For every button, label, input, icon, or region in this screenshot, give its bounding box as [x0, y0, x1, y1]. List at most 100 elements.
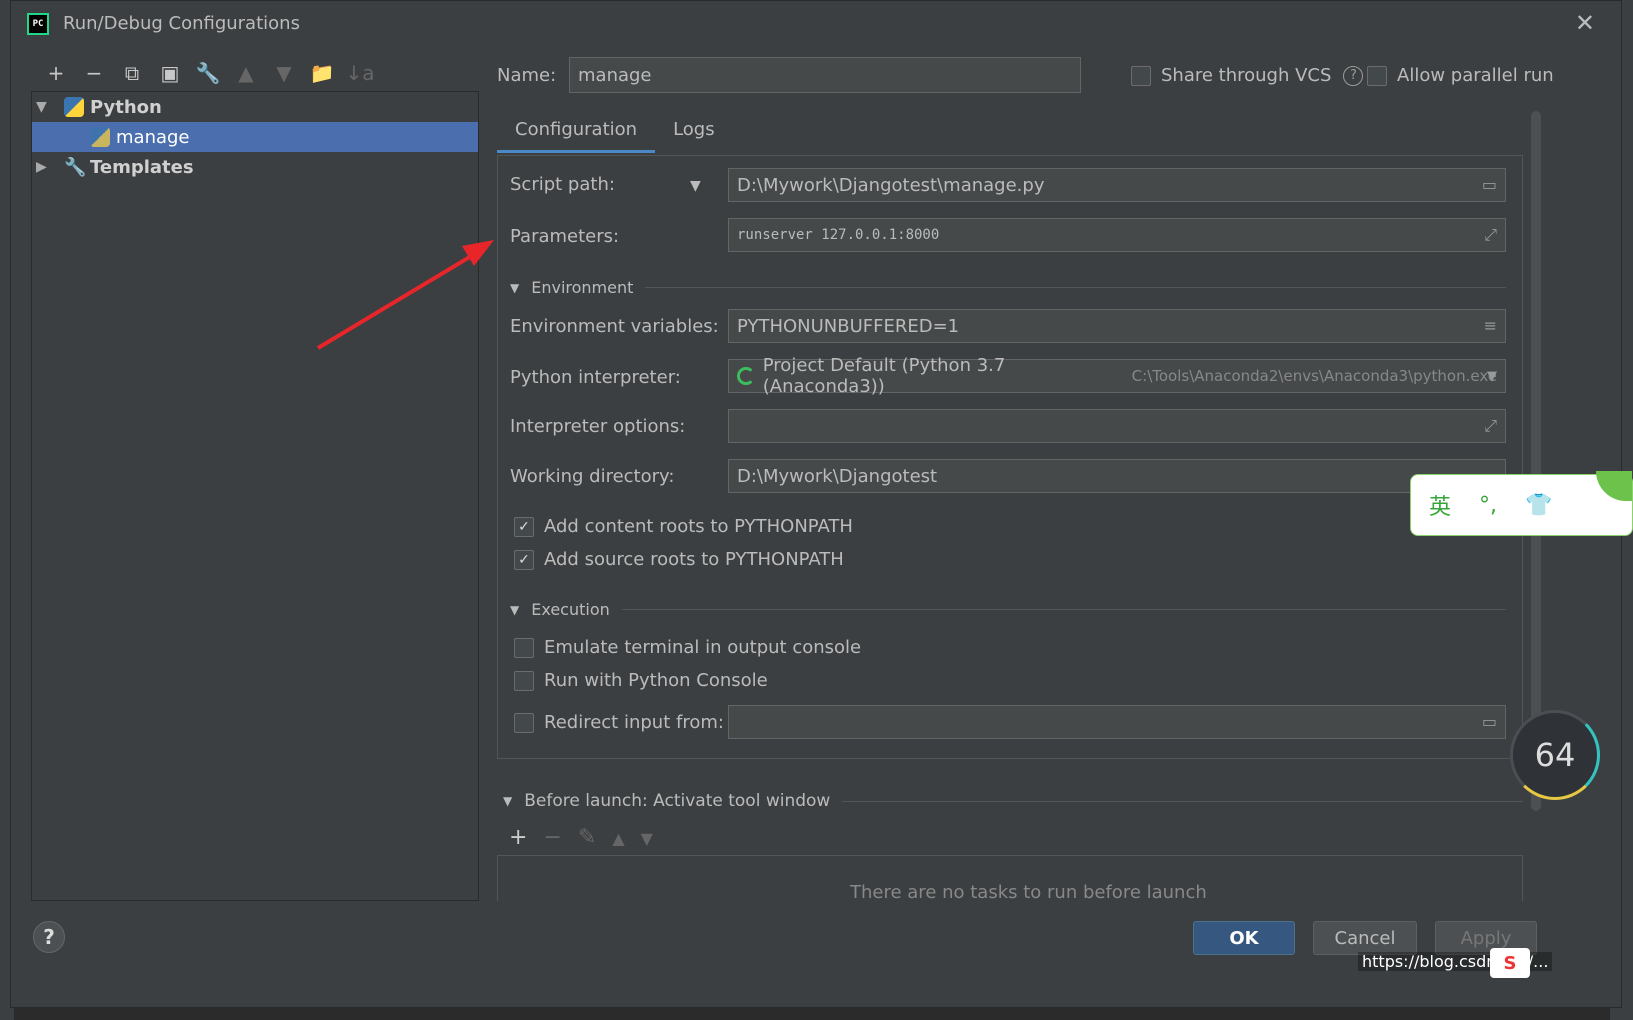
section-title: Execution: [531, 600, 610, 619]
emulate-terminal-checkbox[interactable]: Emulate terminal in output console: [514, 637, 861, 658]
move-down-icon[interactable]: ▼: [265, 59, 303, 87]
help-button[interactable]: ?: [33, 921, 65, 953]
tree-item-label: manage: [116, 126, 190, 148]
window-title: Run/Debug Configurations: [63, 13, 300, 34]
checkbox-label: Redirect input from:: [544, 712, 724, 733]
move-down-icon[interactable]: ▼: [641, 829, 653, 850]
redirect-input-checkbox[interactable]: Redirect input from:: [514, 712, 724, 733]
working-dir-field[interactable]: D:\Mywork\Djangotest: [728, 459, 1506, 493]
expand-icon[interactable]: ⤢: [1484, 225, 1497, 245]
env-vars-label: Environment variables:: [510, 316, 719, 337]
content-roots-checkbox[interactable]: ✓ Add content roots to PYTHONPATH: [514, 516, 853, 537]
section-title: Environment: [531, 278, 634, 297]
interpreter-status-icon: [737, 367, 755, 385]
chevron-down-icon[interactable]: ▼: [1487, 369, 1497, 384]
checkbox-box[interactable]: [514, 670, 534, 691]
wrench-icon: 🔧: [64, 156, 87, 178]
edit-task-icon[interactable]: ✎: [578, 825, 596, 850]
execution-section[interactable]: ▼ Execution: [510, 600, 1506, 619]
ime-skin-icon[interactable]: 👕: [1525, 493, 1552, 518]
help-icon[interactable]: ?: [1343, 65, 1364, 86]
checkbox-box[interactable]: [514, 637, 534, 658]
remove-task-icon[interactable]: −: [543, 825, 561, 850]
cancel-button[interactable]: Cancel: [1313, 921, 1417, 955]
before-launch-list: There are no tasks to run before launch: [497, 855, 1523, 901]
divider: [645, 287, 1506, 288]
before-launch-toolbar: + − ✎ ▲ ▼: [509, 825, 653, 850]
tab-bar: Configuration Logs: [497, 109, 733, 153]
ime-language-icon[interactable]: 英: [1429, 489, 1451, 521]
interpreter-select[interactable]: Project Default (Python 3.7 (Anaconda3))…: [728, 355, 1506, 397]
parallel-run-checkbox[interactable]: Allow parallel run: [1367, 65, 1554, 86]
checkbox-box[interactable]: [1131, 65, 1151, 86]
config-toolbar: + − ⧉ ▣ 🔧 ▲ ▼ 📁 ↓a: [37, 59, 379, 87]
source-roots-checkbox[interactable]: ✓ Add source roots to PYTHONPATH: [514, 549, 844, 570]
tab-logs[interactable]: Logs: [655, 109, 733, 153]
checkbox-box[interactable]: [1367, 65, 1387, 86]
list-icon[interactable]: ≡: [1484, 316, 1497, 335]
parameters-field[interactable]: runserver 127.0.0.1:8000 ⤢: [728, 218, 1506, 252]
tree-item-manage[interactable]: manage: [32, 122, 478, 152]
tab-configuration[interactable]: Configuration: [497, 109, 656, 153]
script-path-field[interactable]: D:\Mywork\Djangotest\manage.py ▭: [728, 168, 1506, 202]
performance-widget[interactable]: 64: [1510, 710, 1600, 800]
collapse-icon[interactable]: ▼: [510, 281, 519, 295]
field-value: D:\Mywork\Djangotest: [737, 465, 938, 487]
close-icon[interactable]: ✕: [1575, 11, 1595, 35]
redirect-input-field[interactable]: ▭: [728, 705, 1506, 739]
environment-section[interactable]: ▼ Environment: [510, 278, 1506, 297]
checkbox-label: Run with Python Console: [544, 670, 768, 691]
ok-button[interactable]: OK: [1193, 921, 1295, 955]
checkbox-checked[interactable]: ✓: [514, 549, 534, 570]
python-console-checkbox[interactable]: Run with Python Console: [514, 670, 768, 691]
parameters-label: Parameters:: [510, 226, 620, 247]
working-dir-label: Working directory:: [510, 466, 675, 487]
folder-icon[interactable]: 📁: [303, 59, 341, 87]
python-icon: [64, 97, 84, 117]
ime-punctuation-icon[interactable]: °,: [1479, 493, 1497, 518]
script-type-dropdown-icon[interactable]: ▼: [690, 178, 701, 194]
empty-tasks-message: There are no tasks to run before launch: [850, 882, 1207, 901]
collapse-icon[interactable]: ▼: [503, 794, 512, 808]
move-up-icon[interactable]: ▲: [227, 59, 265, 87]
expand-right-icon[interactable]: ▶: [36, 159, 56, 175]
before-launch-section[interactable]: ▼ Before launch: Activate tool window: [503, 791, 1523, 811]
save-icon[interactable]: ▣: [151, 59, 189, 87]
interp-options-label: Interpreter options:: [510, 416, 686, 437]
collapse-icon[interactable]: ▼: [510, 603, 519, 617]
expand-icon[interactable]: ⤢: [1484, 416, 1497, 436]
tree-item-python[interactable]: ▼ Python: [32, 92, 478, 122]
divider: [621, 609, 1506, 610]
sort-icon[interactable]: ↓a: [341, 59, 379, 87]
checkbox-checked[interactable]: ✓: [514, 516, 534, 537]
interp-options-field[interactable]: ⤢: [728, 409, 1506, 443]
env-vars-field[interactable]: PYTHONUNBUFFERED=1 ≡: [728, 309, 1506, 343]
add-task-icon[interactable]: +: [509, 825, 527, 850]
share-vcs-checkbox[interactable]: Share through VCS ?: [1131, 65, 1364, 86]
tree-item-templates[interactable]: ▶ 🔧 Templates: [32, 152, 478, 182]
interpreter-name: Project Default (Python 3.7 (Anaconda3)): [762, 355, 1006, 397]
interpreter-label: Python interpreter:: [510, 367, 681, 388]
wrench-icon[interactable]: 🔧: [189, 59, 227, 87]
folder-icon[interactable]: ▭: [1482, 175, 1497, 194]
vertical-scrollbar[interactable]: [1531, 111, 1541, 811]
name-input[interactable]: [569, 57, 1081, 93]
ime-leaf-icon: [1596, 471, 1632, 501]
csdn-logo-icon: S: [1490, 948, 1530, 978]
checkbox-box[interactable]: [514, 712, 534, 733]
run-debug-dialog: PC Run/Debug Configurations ✕ + − ⧉ ▣ 🔧 …: [10, 0, 1622, 1008]
name-label: Name:: [497, 65, 557, 86]
add-icon[interactable]: +: [37, 59, 75, 87]
tree-item-label: Templates: [90, 156, 194, 178]
ime-toolbar[interactable]: 英 °, 👕: [1410, 471, 1633, 536]
copy-icon[interactable]: ⧉: [113, 59, 151, 87]
checkbox-label: Allow parallel run: [1397, 65, 1554, 86]
section-title: Before launch: Activate tool window: [524, 791, 831, 811]
move-up-icon[interactable]: ▲: [612, 829, 624, 850]
configuration-panel: Script path: ▼ D:\Mywork\Djangotest\mana…: [497, 155, 1523, 759]
folder-icon[interactable]: ▭: [1482, 712, 1497, 731]
remove-icon[interactable]: −: [75, 59, 113, 87]
expand-down-icon[interactable]: ▼: [36, 99, 56, 115]
checkbox-label: Emulate terminal in output console: [544, 637, 862, 658]
checkbox-label: Add content roots to PYTHONPATH: [544, 516, 853, 537]
